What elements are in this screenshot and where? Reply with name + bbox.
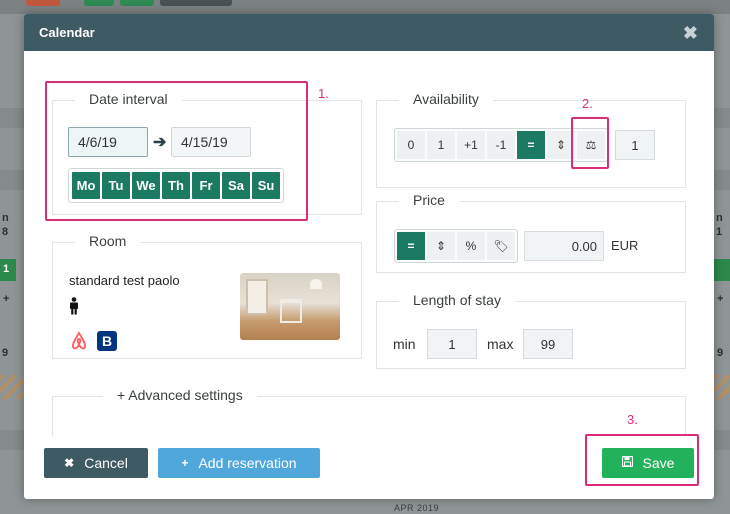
background-chip [160, 0, 232, 6]
cancel-button[interactable]: ✖ Cancel [44, 448, 148, 478]
room-name: standard test paolo [69, 273, 180, 288]
availability-section: Availability 0 1 +1 -1 = ⇕ ⚖ 1 [376, 91, 686, 188]
price-value-input[interactable]: 0.00 [524, 231, 604, 261]
modal-header: Calendar ✖ [24, 14, 714, 51]
close-icon: ✖ [64, 456, 75, 470]
background-chip [26, 0, 60, 6]
price-operator-group: = ⇕ % 🏷 [394, 229, 518, 263]
annotation-number-1: 1. [318, 86, 329, 101]
add-reservation-label: Add reservation [198, 455, 297, 471]
background-text: n [2, 212, 9, 224]
min-stay-input[interactable]: 1 [427, 329, 477, 359]
length-of-stay-section: Length of stay min 1 max 99 [376, 292, 686, 369]
background-hatch [714, 375, 730, 399]
length-of-stay-legend: Length of stay [399, 292, 515, 308]
annotation-box-2 [571, 117, 609, 169]
price-section: Price = ⇕ % 🏷 0.00 EUR [376, 192, 686, 273]
background-toolbar [0, 0, 730, 14]
availability-equals-button[interactable]: = [517, 131, 545, 159]
price-equals-button[interactable]: = [397, 232, 425, 260]
background-chip [84, 0, 114, 6]
booking-icon: B [97, 331, 117, 351]
room-legend: Room [75, 233, 141, 249]
annotation-number-3: 3. [627, 412, 638, 427]
close-icon[interactable]: ✖ [683, 24, 698, 42]
annotation-box-1 [45, 81, 308, 221]
max-stay-input[interactable]: 99 [523, 329, 573, 359]
background-hatch [0, 375, 24, 399]
price-legend: Price [399, 192, 459, 208]
add-reservation-button[interactable]: + Add reservation [158, 448, 320, 478]
modal-title: Calendar [39, 25, 95, 40]
availability-value-input[interactable]: 1 [615, 130, 655, 160]
airbnb-icon [69, 331, 89, 351]
plus-icon: + [181, 456, 189, 470]
background-text: n [716, 212, 723, 224]
background-green-cell [714, 259, 730, 281]
background-text: 9 [717, 347, 724, 359]
max-label: max [487, 336, 514, 352]
annotation-number-2: 2. [582, 96, 593, 111]
sort-icon[interactable]: ⇕ [427, 232, 455, 260]
min-label: min [393, 336, 416, 352]
tag-icon[interactable]: 🏷 [487, 232, 515, 260]
background-text: 9 [2, 347, 9, 359]
availability-plus-one-button[interactable]: +1 [457, 131, 485, 159]
advanced-settings-section: + Advanced settings [52, 387, 686, 436]
annotation-box-3 [585, 434, 699, 486]
background-text: + [3, 293, 10, 305]
room-photo [240, 273, 340, 340]
advanced-settings-toggle[interactable]: + Advanced settings [103, 387, 257, 403]
room-section: Room standard test paolo B [52, 233, 362, 359]
person-icon [69, 297, 79, 320]
availability-minus-one-button[interactable]: -1 [487, 131, 515, 159]
availability-one-button[interactable]: 1 [427, 131, 455, 159]
availability-legend: Availability [399, 91, 493, 107]
background-month-label: APR 2019 [394, 503, 440, 513]
background-text: 1 [3, 263, 10, 275]
background-text: 8 [2, 226, 9, 238]
availability-zero-button[interactable]: 0 [397, 131, 425, 159]
background-text: + [717, 293, 724, 305]
percent-button[interactable]: % [457, 232, 485, 260]
background-chip [120, 0, 154, 6]
cancel-button-label: Cancel [84, 455, 128, 471]
currency-label: EUR [611, 238, 639, 253]
background-text: 1 [716, 226, 723, 238]
